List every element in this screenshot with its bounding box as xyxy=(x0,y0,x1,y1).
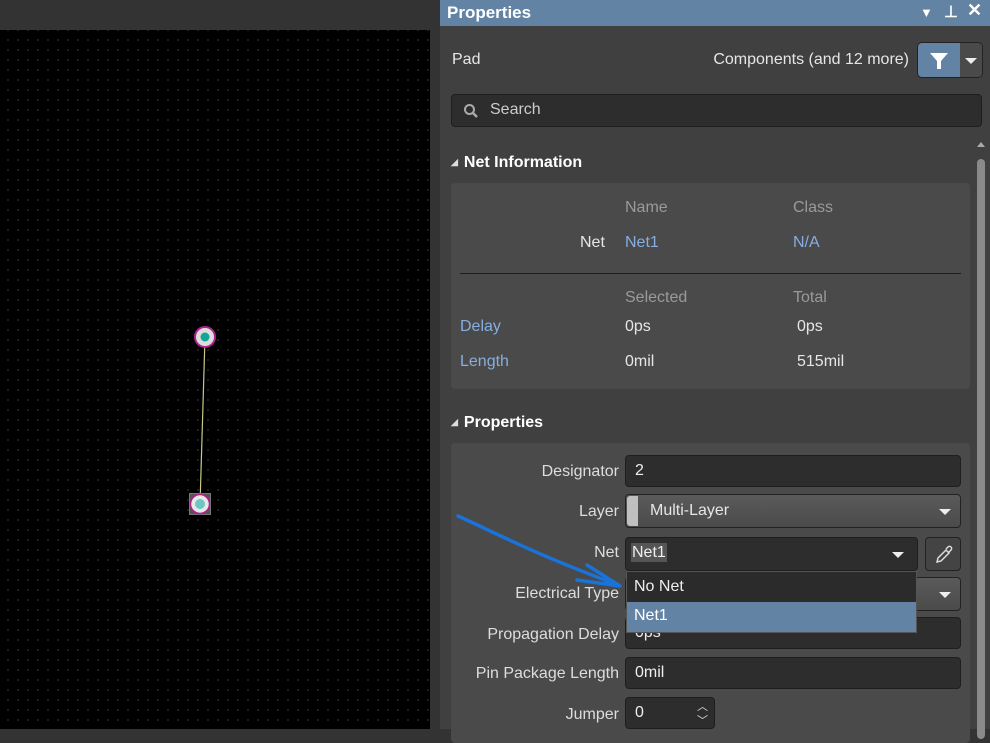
panel-title-bar: Properties ▼ ⊥ ✕ xyxy=(440,0,990,26)
col-selected: Selected xyxy=(625,289,688,306)
object-type-label: Pad xyxy=(452,51,481,68)
electrical-type-label: Electrical Type xyxy=(515,585,619,602)
panel-menu-icon[interactable]: ▼ xyxy=(920,5,933,20)
scrollbar[interactable] xyxy=(977,142,985,739)
filter-button-group xyxy=(917,42,983,78)
chevron-down-icon xyxy=(939,592,951,598)
pad-2-selected[interactable] xyxy=(189,493,211,515)
net-option-net1[interactable]: Net1 xyxy=(627,602,916,632)
filter-button[interactable] xyxy=(918,43,960,77)
close-icon[interactable]: ✕ xyxy=(967,0,982,21)
pad-1[interactable] xyxy=(194,326,216,348)
filter-dropdown-button[interactable] xyxy=(960,43,982,77)
net-dropdown-list: No Net Net1 xyxy=(626,571,917,633)
ratsnest-line xyxy=(199,336,206,506)
stepper-down-icon[interactable]: ﹀ xyxy=(697,712,708,728)
pin-package-length-label: Pin Package Length xyxy=(475,665,619,682)
panel-title: Properties xyxy=(447,3,532,22)
propagation-delay-label: Propagation Delay xyxy=(487,626,619,643)
designator-input[interactable]: 2 xyxy=(625,455,961,487)
pcb-canvas[interactable] xyxy=(0,30,430,729)
filter-summary: Components (and 12 more) xyxy=(713,51,909,68)
pin-icon[interactable]: ⊥ xyxy=(944,2,958,22)
delay-total: 0ps xyxy=(797,318,823,335)
scrollbar-thumb[interactable] xyxy=(977,159,985,739)
col-class: Class xyxy=(793,199,834,216)
net-class-link[interactable]: N/A xyxy=(793,234,820,252)
search-input[interactable]: Search xyxy=(451,94,982,127)
length-selected: 0mil xyxy=(625,353,655,370)
designator-label: Designator xyxy=(541,463,619,480)
col-total: Total xyxy=(793,289,827,306)
properties-panel: Properties ▼ ⊥ ✕ Pad Components (and 12 … xyxy=(440,0,990,743)
net-information-header[interactable]: ◢ Net Information xyxy=(451,154,582,172)
net-option-no-net[interactable]: No Net xyxy=(627,572,916,602)
layer-value: Multi-Layer xyxy=(650,502,730,519)
chevron-down-icon xyxy=(965,58,977,64)
collapse-icon: ◢ xyxy=(451,417,458,427)
net-label: Net xyxy=(580,234,605,251)
chevron-down-icon xyxy=(939,509,951,515)
net-picker-button[interactable] xyxy=(925,537,961,571)
net-name-link[interactable]: Net1 xyxy=(625,234,659,252)
net-combobox[interactable]: Net1 xyxy=(625,537,918,571)
length-total: 515mil xyxy=(797,353,845,370)
delay-link[interactable]: Delay xyxy=(460,318,501,336)
layer-color-swatch xyxy=(627,496,638,526)
layer-dropdown[interactable]: Multi-Layer xyxy=(625,494,961,528)
jumper-stepper[interactable]: 0 ︿ ﹀ xyxy=(625,697,715,729)
search-placeholder: Search xyxy=(490,101,541,118)
section-title: Net Information xyxy=(463,154,583,171)
length-link[interactable]: Length xyxy=(460,353,509,371)
pcb-drawing xyxy=(189,326,216,515)
collapse-icon: ◢ xyxy=(451,157,458,167)
scroll-up-icon[interactable] xyxy=(977,142,985,147)
properties-header[interactable]: ◢ Properties xyxy=(451,414,543,432)
net-label[interactable]: Net xyxy=(459,544,619,562)
divider xyxy=(460,273,961,274)
net-information-section: Name Class Net Net1 N/A Selected Total D… xyxy=(451,183,970,389)
jumper-value: 0 xyxy=(635,704,644,721)
section-title: Properties xyxy=(463,414,544,431)
eyedropper-icon xyxy=(935,545,953,564)
chevron-down-icon xyxy=(892,552,904,558)
delay-selected: 0ps xyxy=(625,318,651,335)
filter-icon xyxy=(930,53,948,69)
jumper-label: Jumper xyxy=(565,706,619,723)
layer-label: Layer xyxy=(578,503,619,520)
search-icon xyxy=(464,104,478,118)
pin-package-length-input[interactable]: 0mil xyxy=(625,657,961,689)
net-value: Net1 xyxy=(631,543,667,562)
col-name: Name xyxy=(625,199,668,216)
